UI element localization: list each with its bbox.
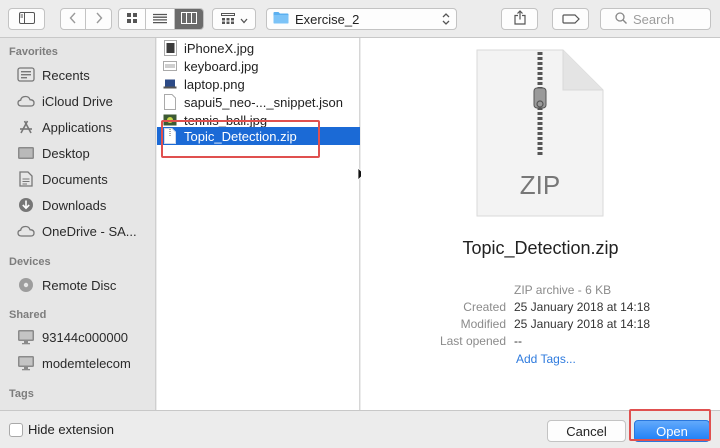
created-value: 25 January 2018 at 14:18 (514, 300, 651, 314)
documents-icon (17, 170, 35, 188)
cancel-button[interactable]: Cancel (547, 420, 626, 442)
sidebar-item-remote-disc[interactable]: Remote Disc (17, 274, 116, 296)
preview-kind: ZIP archive - 6 KB (514, 283, 612, 297)
cloud-icon (17, 222, 35, 240)
desktop-icon (17, 144, 35, 162)
downloads-icon (17, 196, 35, 214)
search-input[interactable] (633, 11, 713, 27)
preview-pane: ZIP Topic_Detection.zip ZIP archive - 6 … (361, 38, 720, 410)
sidebar-section-tags: Tags (9, 388, 34, 400)
sidebar-item-documents[interactable]: Documents (17, 168, 108, 190)
location-label: Exercise_2 (295, 11, 360, 27)
image-file-icon (162, 76, 178, 92)
annotation-highlight-box (161, 120, 320, 158)
preview-icon-text: ZIP (519, 170, 561, 200)
back-forward-control (60, 8, 112, 30)
image-file-icon (162, 58, 178, 74)
sidebar-item-applications[interactable]: Applications (17, 116, 112, 138)
sidebar-item-desktop[interactable]: Desktop (17, 142, 90, 164)
sidebar: Favorites Recents iCloud Drive Applicati… (0, 38, 156, 410)
file-row-sapui5-json[interactable]: sapui5_neo-..._snippet.json (157, 93, 360, 111)
sidebar-item-label: Remote Disc (42, 277, 117, 293)
sidebar-item-label: OneDrive - SA... (42, 223, 137, 239)
cloud-icon (17, 92, 35, 110)
zip-document-icon: ZIP (475, 48, 605, 218)
tag-icon (561, 12, 580, 27)
toolbar: Exercise_2 (0, 0, 720, 38)
sidebar-item-recents[interactable]: Recents (17, 64, 90, 86)
columns-icon (180, 11, 197, 27)
file-name: keyboard.jpg (184, 58, 259, 74)
hide-extension-checkbox[interactable] (9, 423, 23, 437)
last-opened-value: -- (514, 334, 522, 348)
sidebar-item-label: Applications (42, 119, 113, 135)
sidebar-section-shared: Shared (9, 309, 47, 321)
file-row-laptop[interactable]: laptop.png (157, 75, 360, 93)
list-view-button[interactable] (146, 9, 175, 29)
folder-icon (273, 11, 289, 27)
location-popup[interactable]: Exercise_2 (266, 8, 457, 30)
computer-icon (17, 328, 35, 346)
forward-button[interactable] (86, 9, 111, 29)
column-view-button[interactable] (174, 9, 203, 29)
sidebar-item-downloads[interactable]: Downloads (17, 194, 106, 216)
file-name: laptop.png (184, 76, 245, 92)
preview-filename: Topic_Detection.zip (462, 238, 619, 258)
share-button[interactable] (501, 8, 538, 30)
sidebar-item-modemtelecom[interactable]: modemtelecom (17, 352, 131, 374)
list-icon (153, 12, 168, 27)
sidebar-item-label: modemtelecom (42, 355, 131, 371)
sidebar-toggle-button[interactable] (8, 8, 45, 30)
annotation-open-highlight-box (629, 409, 711, 441)
sidebar-item-label: Desktop (42, 145, 90, 161)
tags-button[interactable] (552, 8, 589, 30)
recents-icon (17, 66, 35, 84)
bottom-bar: Hide extension Cancel Open (0, 410, 720, 448)
sidebar-section-favorites: Favorites (9, 46, 58, 58)
image-file-icon (162, 40, 178, 56)
up-down-chevron-icon (442, 12, 450, 29)
created-label: Created (463, 300, 506, 314)
sidebar-item-label: iCloud Drive (42, 93, 113, 109)
sidebar-item-93144c000000[interactable]: 93144c000000 (17, 326, 128, 348)
last-opened-label: Last opened (439, 334, 506, 348)
chevron-right-icon (95, 12, 103, 27)
share-icon (513, 10, 526, 28)
chevron-left-icon (69, 12, 77, 27)
sidebar-item-label: Documents (42, 171, 108, 187)
group-grid-icon (220, 12, 235, 27)
chevron-down-icon (240, 12, 248, 27)
modified-label: Modified (460, 317, 506, 331)
file-name: sapui5_neo-..._snippet.json (184, 94, 344, 110)
sidebar-item-label: Recents (42, 67, 90, 83)
search-icon (615, 11, 627, 27)
sidebar-icon (18, 11, 35, 27)
sidebar-item-label: Downloads (42, 197, 107, 213)
icon-view-button[interactable] (119, 9, 147, 29)
modified-value: 25 January 2018 at 14:18 (514, 317, 651, 331)
sidebar-item-label: 93144c000000 (42, 329, 129, 345)
sidebar-item-icloud-drive[interactable]: iCloud Drive (17, 90, 113, 112)
sidebar-section-devices: Devices (9, 256, 51, 268)
file-name: iPhoneX.jpg (184, 40, 255, 56)
document-file-icon (162, 94, 178, 110)
search-field (600, 8, 713, 30)
computer-icon (17, 354, 35, 372)
group-by-button[interactable] (212, 8, 256, 30)
applications-icon (17, 118, 35, 136)
disc-icon (17, 276, 35, 294)
sidebar-item-onedrive[interactable]: OneDrive - SA... (17, 220, 137, 242)
back-button[interactable] (61, 9, 87, 29)
add-tags-link[interactable]: Add Tags... (516, 352, 576, 366)
view-mode-control (118, 8, 204, 30)
hide-extension-label: Hide extension (28, 422, 114, 437)
grid-icon (126, 12, 138, 27)
file-row-keyboard[interactable]: keyboard.jpg (157, 57, 360, 75)
file-row-iphonex[interactable]: iPhoneX.jpg (157, 39, 360, 57)
file-column: iPhoneX.jpg keyboard.jpg laptop.png sapu… (157, 38, 360, 410)
